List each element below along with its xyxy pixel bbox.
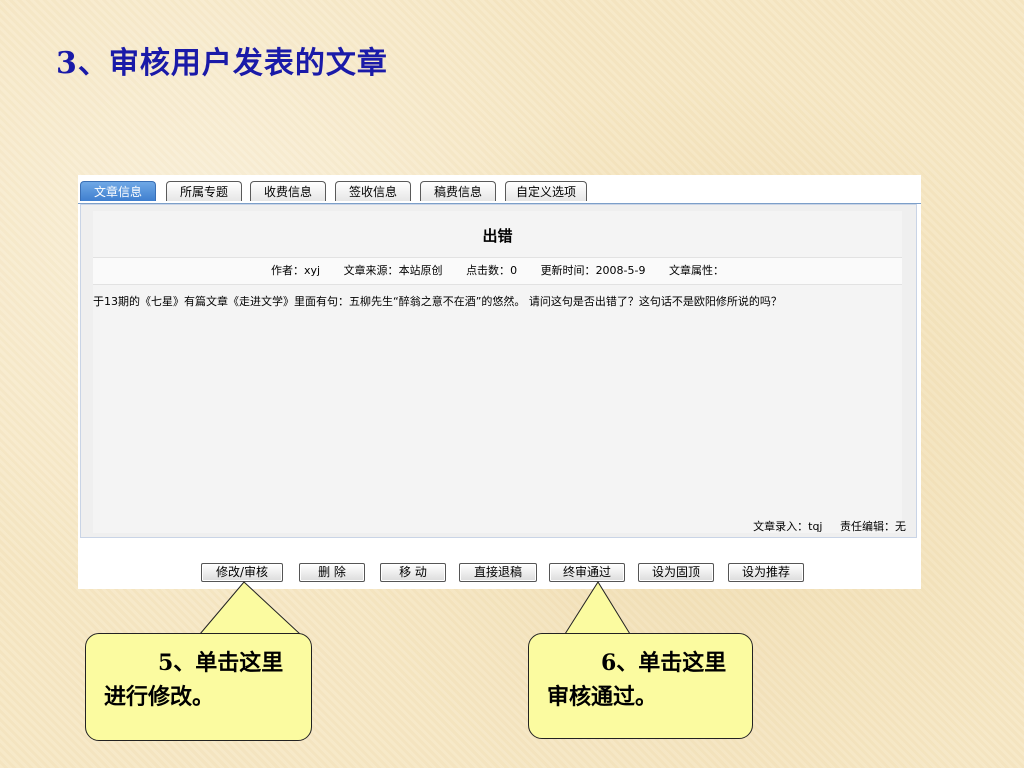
article-body: 于13期的《七星》有篇文章《走进文学》里面有句：五柳先生“醉翁之意不在酒”的悠然… — [93, 295, 782, 308]
tab-topics[interactable]: 所属专题 — [166, 181, 242, 201]
article-info-panel: 出错 作者：xyj 文章来源：本站原创 点击数：0 更新时间：2008-5-9 … — [80, 204, 917, 538]
edit-review-button[interactable]: 修改/审核 — [201, 563, 283, 582]
callout-edit: 5、单击这里进行修改。 — [85, 633, 312, 741]
meta-hits: 点击数：0 — [466, 264, 517, 277]
reject-button[interactable]: 直接退稿 — [459, 563, 537, 582]
right-callout-pointer — [564, 581, 631, 635]
set-pinned-button[interactable]: 设为固顶 — [638, 563, 714, 582]
article-meta-row: 作者：xyj 文章来源：本站原创 点击数：0 更新时间：2008-5-9 文章属… — [93, 257, 902, 285]
hits-value: 0 — [510, 264, 518, 277]
editor-value: 无 — [895, 520, 906, 533]
author-value: xyj — [303, 264, 321, 277]
tab-custom-options[interactable]: 自定义选项 — [505, 181, 587, 201]
article-review-window: 文章信息 所属专题 收费信息 签收信息 稿费信息 自定义选项 出错 作者：xyj… — [78, 175, 921, 589]
delete-button[interactable]: 删 除 — [299, 563, 365, 582]
updated-value: 2008-5-9 — [595, 264, 646, 277]
source-value: 本站原创 — [398, 264, 443, 277]
tab-article-info[interactable]: 文章信息 — [80, 181, 156, 201]
source-label: 文章来源： — [343, 264, 399, 277]
entered-by-value: tqj — [808, 520, 823, 533]
slide-title: 3、审核用户发表的文章 — [56, 46, 388, 81]
author-label: 作者： — [270, 264, 304, 277]
entered-by-label: 文章录入： — [753, 520, 809, 533]
final-approve-button[interactable]: 终审通过 — [549, 563, 625, 582]
action-button-bar: 修改/审核 删 除 移 动 直接退稿 终审通过 设为固顶 设为推荐 — [78, 563, 921, 585]
editor-label: 责任编辑： — [840, 520, 895, 533]
article-title: 出错 — [482, 227, 513, 245]
tab-fee-info[interactable]: 收费信息 — [250, 181, 326, 201]
attr-label: 文章属性： — [669, 264, 724, 277]
tab-royalty-info[interactable]: 稿费信息 — [420, 181, 496, 201]
meta-updated: 更新时间：2008-5-9 — [541, 264, 646, 277]
article-content-area: 出错 作者：xyj 文章来源：本站原创 点击数：0 更新时间：2008-5-9 … — [93, 211, 906, 533]
hits-label: 点击数： — [466, 264, 511, 277]
callout-edit-text: 5、单击这里进行修改。 — [104, 650, 284, 710]
move-button[interactable]: 移 动 — [380, 563, 446, 582]
meta-attr: 文章属性： — [669, 264, 724, 277]
callout-approve: 6、单击这里审核通过。 — [528, 633, 753, 739]
editor: 责任编辑：无 — [840, 520, 906, 533]
callout-approve-text: 6、单击这里审核通过。 — [547, 650, 727, 710]
entered-by: 文章录入：tqj — [753, 520, 822, 533]
meta-source: 文章来源：本站原创 — [344, 264, 443, 277]
tab-strip: 文章信息 所属专题 收费信息 签收信息 稿费信息 自定义选项 — [78, 175, 921, 204]
article-footer: 文章录入：tqj 责任编辑：无 — [739, 518, 906, 534]
set-recommended-button[interactable]: 设为推荐 — [728, 563, 804, 582]
updated-label: 更新时间： — [540, 264, 596, 277]
left-callout-pointer — [198, 581, 302, 635]
meta-author: 作者：xyj — [271, 264, 320, 277]
tab-receipt-info[interactable]: 签收信息 — [335, 181, 411, 201]
